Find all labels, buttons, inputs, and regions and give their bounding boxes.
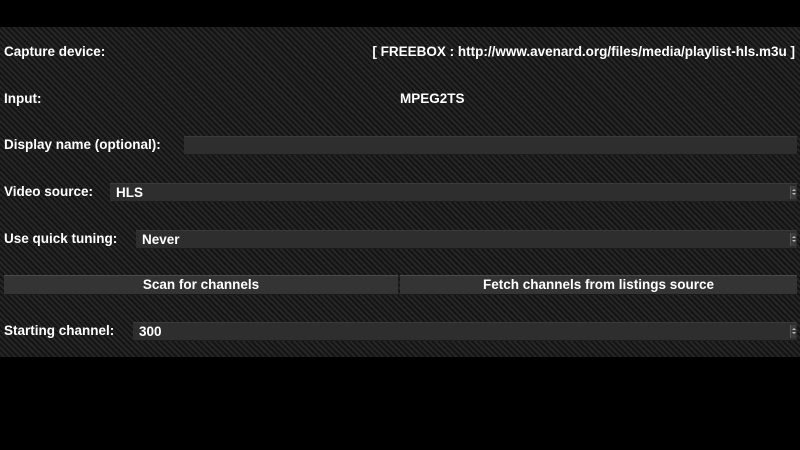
capture-device-row: Capture device: [ FREEBOX : http://www.a… [0, 42, 800, 62]
chevron-updown-icon[interactable] [790, 325, 796, 338]
scan-channels-label: Scan for channels [142, 277, 260, 292]
chevron-updown-icon[interactable] [790, 186, 796, 199]
starting-channel-row: Starting channel: 300 [0, 321, 800, 341]
scan-channels-button[interactable]: Scan for channels [4, 275, 398, 295]
video-source-row: Video source: HLS [0, 182, 800, 202]
quick-tuning-selected-value: Never [142, 232, 180, 247]
display-name-label: Display name (optional): [4, 137, 161, 152]
chevron-updown-icon[interactable] [790, 233, 796, 246]
starting-channel-selected-value: 300 [139, 324, 162, 339]
display-name-input[interactable] [184, 136, 797, 155]
capture-device-label: Capture device: [4, 44, 106, 59]
fetch-channels-button[interactable]: Fetch channels from listings source [400, 275, 797, 295]
quick-tuning-select[interactable]: Never [136, 230, 797, 249]
input-label: Input: [4, 91, 42, 106]
capture-card-settings-panel: Capture device: [ FREEBOX : http://www.a… [0, 27, 800, 357]
video-source-select[interactable]: HLS [110, 183, 797, 202]
capture-device-value: [ FREEBOX : http://www.avenard.org/files… [372, 44, 795, 59]
input-value: MPEG2TS [400, 91, 465, 106]
display-name-row: Display name (optional): [0, 135, 800, 155]
quick-tuning-row: Use quick tuning: Never [0, 229, 800, 249]
starting-channel-select[interactable]: 300 [133, 322, 797, 341]
video-source-label: Video source: [4, 184, 94, 199]
fetch-channels-label: Fetch channels from listings source [482, 277, 715, 292]
input-row: Input: MPEG2TS [0, 89, 800, 109]
channel-buttons-row: Scan for channels Fetch channels from li… [0, 275, 800, 295]
starting-channel-label: Starting channel: [4, 323, 115, 338]
quick-tuning-label: Use quick tuning: [4, 231, 118, 246]
video-source-selected-value: HLS [116, 185, 143, 200]
